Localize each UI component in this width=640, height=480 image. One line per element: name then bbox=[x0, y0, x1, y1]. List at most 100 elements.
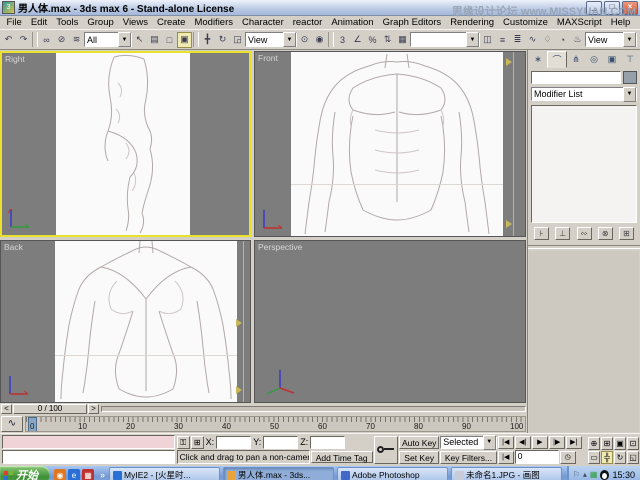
redo-icon[interactable]: ↷ bbox=[16, 32, 31, 48]
select-and-link-icon[interactable]: ∞ bbox=[39, 32, 54, 48]
named-selection-sets-icon[interactable]: ▦ bbox=[395, 32, 410, 48]
render-type-dropdown[interactable]: View▼ bbox=[585, 32, 637, 47]
reference-coordinate-dropdown[interactable]: View▼ bbox=[245, 32, 297, 47]
viewport-front[interactable]: Front bbox=[254, 51, 526, 237]
z-coordinate-field[interactable] bbox=[310, 436, 345, 449]
tab-utilities[interactable]: ⊤ bbox=[621, 51, 639, 68]
remove-modifier-button[interactable]: ⊗ bbox=[598, 227, 613, 240]
menu-maxscript[interactable]: MAXScript bbox=[552, 17, 606, 28]
viewport-perspective-label[interactable]: Perspective bbox=[258, 242, 302, 252]
viewport-back[interactable]: Back bbox=[0, 240, 251, 403]
arc-rotate-icon[interactable]: ↻ bbox=[614, 451, 626, 464]
min-max-toggle-icon[interactable]: ◱ bbox=[627, 451, 639, 464]
use-center-icon[interactable]: ⊙ bbox=[297, 32, 312, 48]
menu-animation[interactable]: Animation bbox=[327, 17, 378, 28]
pin-stack-button[interactable]: ⊦ bbox=[534, 227, 549, 240]
window-crossing-icon[interactable]: ▣ bbox=[177, 32, 192, 48]
tray-flag-icon[interactable]: ⚐ bbox=[573, 470, 580, 480]
time-slider-prev-button[interactable]: < bbox=[1, 404, 12, 414]
track-bar-ruler[interactable]: 0102030405060708090100 bbox=[25, 416, 526, 432]
quicklaunch-media-player-icon[interactable]: ◉ bbox=[54, 469, 66, 480]
tab-modify[interactable]: ⌒ bbox=[547, 51, 567, 68]
qq-penguin-icon[interactable] bbox=[600, 470, 609, 480]
menu-customize[interactable]: Customize bbox=[499, 17, 553, 28]
select-and-rotate-icon[interactable]: ↻ bbox=[215, 32, 230, 48]
percent-snap-icon[interactable]: % bbox=[365, 32, 380, 48]
taskbar-task[interactable]: Adobe Photoshop bbox=[337, 467, 448, 480]
add-time-tag-button[interactable]: Add Time Tag bbox=[311, 451, 373, 463]
select-and-manipulate-icon[interactable]: ◉ bbox=[312, 32, 327, 48]
taskbar-task[interactable]: MyIE2 - [火星时... bbox=[109, 467, 220, 480]
next-frame-button[interactable]: |▶ bbox=[549, 436, 565, 449]
zoom-all-icon[interactable]: ⊞ bbox=[601, 437, 613, 450]
menu-create[interactable]: Create bbox=[152, 17, 190, 28]
x-coordinate-field[interactable] bbox=[216, 436, 251, 449]
bind-to-space-warp-icon[interactable]: ≋ bbox=[69, 32, 84, 48]
quicklaunch-app-icon[interactable]: ▦ bbox=[82, 469, 94, 480]
pan-icon[interactable]: ╬ bbox=[601, 451, 613, 464]
menu-rendering[interactable]: Rendering bbox=[446, 17, 499, 28]
close-button[interactable]: × bbox=[622, 1, 638, 15]
selection-filter-dropdown[interactable]: All▼ bbox=[84, 32, 132, 47]
previous-frame-button[interactable]: ◀| bbox=[515, 436, 531, 449]
selected-plane-edge[interactable] bbox=[513, 52, 514, 236]
render-scene-icon[interactable]: ♨ bbox=[570, 32, 585, 48]
menu-character[interactable]: Character bbox=[238, 17, 289, 28]
play-button[interactable]: ▶ bbox=[532, 436, 548, 449]
mirror-icon[interactable]: ◫ bbox=[480, 32, 495, 48]
menu-graph-editors[interactable]: Graph Editors bbox=[378, 17, 446, 28]
viewport-right[interactable]: Right bbox=[0, 51, 251, 237]
viewport-perspective[interactable]: Perspective bbox=[254, 240, 526, 403]
schematic-view-icon[interactable]: ♢ bbox=[540, 32, 555, 48]
snap-toggle-3d-icon[interactable]: 3 bbox=[335, 32, 350, 48]
menu-file[interactable]: File bbox=[2, 17, 26, 28]
show-end-result-button[interactable]: ⊥ bbox=[555, 227, 570, 240]
absolute-offset-toggle[interactable]: ⊞ bbox=[191, 436, 204, 449]
current-frame-field[interactable]: 0 bbox=[515, 450, 559, 464]
tab-hierarchy[interactable]: ⋔ bbox=[567, 51, 585, 68]
select-and-scale-icon[interactable]: ◲ bbox=[230, 32, 245, 48]
zoom-extents-all-icon[interactable]: ⊡ bbox=[627, 437, 639, 450]
menu-reactor[interactable]: reactor bbox=[288, 17, 327, 28]
tab-display[interactable]: ▣ bbox=[603, 51, 621, 68]
chevron-icon[interactable]: » bbox=[98, 470, 107, 480]
go-to-start-button[interactable]: |◀ bbox=[498, 436, 514, 449]
menu-edit[interactable]: Edit bbox=[26, 17, 51, 28]
viewport-back-label[interactable]: Back bbox=[4, 242, 23, 252]
angle-snap-icon[interactable]: ∠ bbox=[350, 32, 365, 48]
tray-network-icon[interactable]: ▦ bbox=[590, 470, 598, 480]
key-mode-toggle[interactable]: |◀ bbox=[498, 451, 514, 464]
make-unique-button[interactable]: ∾ bbox=[577, 227, 592, 240]
select-object-icon[interactable]: ↖ bbox=[132, 32, 147, 48]
modifier-list-dropdown[interactable]: Modifier List ▼ bbox=[531, 87, 637, 101]
listener-pane[interactable] bbox=[2, 450, 175, 464]
undo-icon[interactable]: ↶ bbox=[1, 32, 16, 48]
configure-modifier-sets-button[interactable]: ⊞ bbox=[619, 227, 634, 240]
object-name-field[interactable] bbox=[531, 71, 621, 84]
auto-key-button[interactable]: Auto Key bbox=[399, 436, 439, 449]
quicklaunch-browser-icon[interactable]: e bbox=[68, 469, 80, 480]
menu-tools[interactable]: Tools bbox=[52, 17, 83, 28]
selection-lock-toggle[interactable]: ⚿ bbox=[177, 436, 190, 449]
selection-region-icon[interactable]: □ bbox=[162, 32, 177, 48]
zoom-extents-icon[interactable]: ▣ bbox=[614, 437, 626, 450]
go-to-end-button[interactable]: ▶| bbox=[566, 436, 582, 449]
modifier-stack-list[interactable] bbox=[531, 105, 637, 223]
set-key-button[interactable]: Set Key bbox=[399, 451, 439, 464]
time-slider-handle[interactable]: 0 / 100 bbox=[13, 404, 87, 414]
y-coordinate-field[interactable] bbox=[263, 436, 298, 449]
tab-motion[interactable]: ◎ bbox=[585, 51, 603, 68]
start-button[interactable]: 开始 bbox=[0, 466, 50, 480]
selected-plane-edge[interactable] bbox=[243, 241, 244, 402]
unlink-selection-icon[interactable]: ⊘ bbox=[54, 32, 69, 48]
zoom-icon[interactable]: ⊕ bbox=[588, 437, 600, 450]
tray-arrow-icon[interactable]: ▴ bbox=[583, 470, 587, 480]
set-keys-button[interactable] bbox=[374, 436, 399, 464]
menu-help[interactable]: Help bbox=[606, 17, 635, 28]
maximize-button[interactable]: □ bbox=[604, 1, 620, 15]
curve-editor-icon[interactable]: ∿ bbox=[525, 32, 540, 48]
time-slider-groove[interactable] bbox=[101, 406, 526, 412]
viewport-right-label[interactable]: Right bbox=[5, 54, 25, 64]
select-by-name-icon[interactable]: ▤ bbox=[147, 32, 162, 48]
tab-create[interactable]: ∗ bbox=[529, 51, 547, 68]
